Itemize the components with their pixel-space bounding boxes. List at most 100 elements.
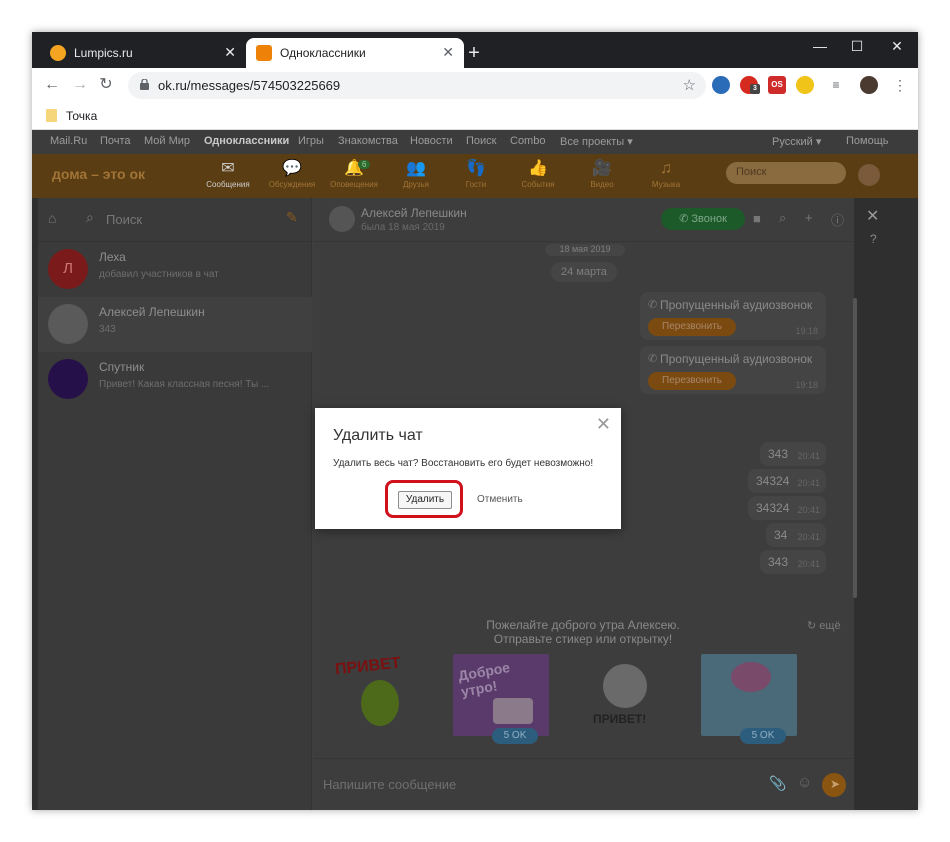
window-close-button[interactable]: ✕ (887, 38, 907, 55)
profile-avatar[interactable] (860, 76, 878, 94)
message-input[interactable]: Напишите сообщение (323, 777, 456, 792)
dialog-title: Удалить чат (333, 427, 423, 444)
cancel-button[interactable]: Отменить (477, 494, 523, 505)
video-call-icon[interactable]: ■ (753, 211, 761, 226)
reading-list-icon[interactable]: ≡ (826, 76, 846, 94)
delete-button[interactable]: Удалить (398, 491, 452, 509)
call-button[interactable]: ✆ Звонок (661, 208, 745, 230)
lumpics-favicon-icon (50, 45, 66, 61)
title-bar: Lumpics.ru ✕ Одноклассники ✕ + — ☐ ✕ (32, 32, 918, 68)
compose-icon[interactable]: ✎ (286, 209, 298, 226)
message-text: 343 (768, 447, 789, 461)
nav-label: Гости (465, 180, 487, 189)
shield-icon[interactable] (796, 76, 814, 94)
sticker-caption: Доброе утро! (456, 658, 512, 700)
message-bubble[interactable]: 34324 20:41 (748, 469, 826, 493)
nav-music[interactable]: ♫ Музыка (636, 158, 696, 189)
message-bubble[interactable]: 343 20:41 (760, 442, 826, 466)
attach-icon[interactable]: 📎 (769, 775, 786, 792)
nav-notifications[interactable]: 🔔 Оповещения 6 (324, 158, 384, 189)
chat-preview: Привет! Какая классная песня! Ты ... (99, 379, 270, 390)
more-stickers-link[interactable]: ↻ ещё (807, 619, 841, 632)
message-bubble[interactable]: 34 20:41 (766, 523, 826, 547)
maximize-button[interactable]: ☐ (847, 38, 867, 55)
chat-list-pane: ⌂ ⌕ Поиск ✎ Л Леха добавил участников в … (38, 198, 312, 810)
portal-link[interactable]: Знакомства (338, 135, 398, 147)
footprints-icon: 👣 (466, 160, 486, 177)
os-icon[interactable]: OS (768, 76, 786, 94)
scrollbar[interactable] (853, 298, 857, 598)
ok-logo[interactable]: дома – это ок (52, 166, 145, 182)
contact-name[interactable]: Алексей Лепешкин (361, 206, 467, 220)
message-bubble[interactable]: 343 20:41 (760, 550, 826, 574)
forward-arrow-icon[interactable]: → (70, 76, 90, 94)
sticker-price-badge: 5 OK (492, 728, 538, 744)
chat-item-aleksey[interactable]: Алексей Лепешкин 343 (38, 297, 312, 352)
message-time: 20:41 (797, 451, 820, 461)
send-arrow-icon: ➤ (830, 777, 841, 791)
chat-item-leha[interactable]: Л Леха добавил участников в чат (38, 242, 312, 297)
portal-link[interactable]: Почта (100, 135, 131, 147)
vk-icon[interactable] (712, 76, 730, 94)
portal-link[interactable]: Мой Мир (144, 135, 190, 147)
contact-avatar[interactable] (329, 206, 355, 232)
menu-kebab-icon[interactable]: ⋮ (890, 76, 910, 94)
ok-search-input[interactable]: Поиск (726, 162, 846, 184)
opera-icon[interactable]: 3 (740, 76, 760, 94)
message-text: 34324 (756, 474, 790, 488)
user-avatar[interactable] (858, 164, 880, 186)
search-icon[interactable]: ⌕ (779, 210, 786, 226)
help-icon[interactable]: ? (870, 232, 877, 246)
tab-odnoklassniki[interactable]: Одноклассники ✕ (246, 38, 464, 68)
call-back-button[interactable]: Перезвонить (648, 318, 736, 336)
minimize-button[interactable]: — (810, 38, 830, 54)
phone-icon: ✆ (648, 353, 658, 365)
portal-link[interactable]: Combo (510, 135, 545, 147)
back-arrow-icon[interactable]: ← (42, 76, 62, 94)
chat-preview: добавил участников в чат (99, 269, 219, 280)
tab-close-icon[interactable]: ✕ (224, 45, 236, 59)
help-link[interactable]: Помощь (846, 135, 889, 147)
nav-video[interactable]: 🎥 Видео (572, 158, 632, 189)
portal-link[interactable]: Mail.Ru (50, 135, 87, 147)
nav-events[interactable]: 👍 События (508, 158, 568, 189)
portal-link[interactable]: Новости (410, 135, 453, 147)
nav-messages[interactable]: ✉ Сообщения (198, 158, 258, 189)
portal-links-bar: Mail.Ru Почта Мой Мир Одноклассники Игры… (32, 130, 918, 154)
dialog-close-icon[interactable]: ✕ (596, 414, 611, 435)
avatar: Л (48, 249, 88, 289)
tab-close-icon[interactable]: ✕ (442, 45, 454, 59)
tab-lumpics[interactable]: Lumpics.ru ✕ (40, 38, 246, 68)
portal-link[interactable]: Одноклассники (204, 135, 289, 147)
sticker-flowers[interactable] (701, 654, 797, 736)
emoji-icon[interactable]: ☺ (797, 774, 812, 791)
messenger-close-icon[interactable]: ✕ (866, 206, 879, 226)
portal-link[interactable]: Поиск (466, 135, 496, 147)
sticker-caption: ПРИВЕТ (334, 654, 402, 679)
bookmark-star-icon[interactable]: ☆ (683, 76, 696, 94)
send-button[interactable]: ➤ (822, 773, 846, 797)
call-back-button[interactable]: Перезвонить (648, 372, 736, 390)
sticker-privet-egg[interactable]: ПРИВЕТ! (577, 654, 673, 736)
nav-friends[interactable]: 👥 Друзья (386, 158, 446, 189)
portal-link[interactable]: Все проекты ▾ (560, 135, 633, 148)
sticker-cup (493, 698, 533, 724)
language-select[interactable]: Русский ▾ (772, 135, 821, 148)
sticker-privet[interactable]: ПРИВЕТ (331, 654, 427, 736)
extension-badge: 3 (750, 84, 760, 94)
reload-icon[interactable]: ↻ (96, 76, 116, 94)
info-icon[interactable]: ⓘ (831, 210, 844, 229)
portal-link[interactable]: Игры (298, 135, 324, 147)
address-bar[interactable]: ok.ru/messages/574503225669 ☆ (128, 72, 706, 99)
nav-guests[interactable]: 👣 Гости (446, 158, 506, 189)
sticker-good-morning[interactable]: Доброе утро! (453, 654, 549, 736)
chat-name: Алексей Лепешкин (99, 305, 205, 319)
add-user-icon[interactable]: + (805, 210, 813, 225)
message-bubble[interactable]: 34324 20:41 (748, 496, 826, 520)
chat-item-sputnik[interactable]: Спутник Привет! Какая классная песня! Ты… (38, 352, 312, 407)
home-icon[interactable]: ⌂ (48, 210, 56, 226)
chat-search-input[interactable]: Поиск (106, 212, 142, 227)
bookmark-tochka[interactable]: Точка (66, 109, 97, 123)
nav-discussions[interactable]: 💬 Обсуждения (262, 158, 322, 189)
new-tab-button[interactable]: + (464, 43, 484, 63)
